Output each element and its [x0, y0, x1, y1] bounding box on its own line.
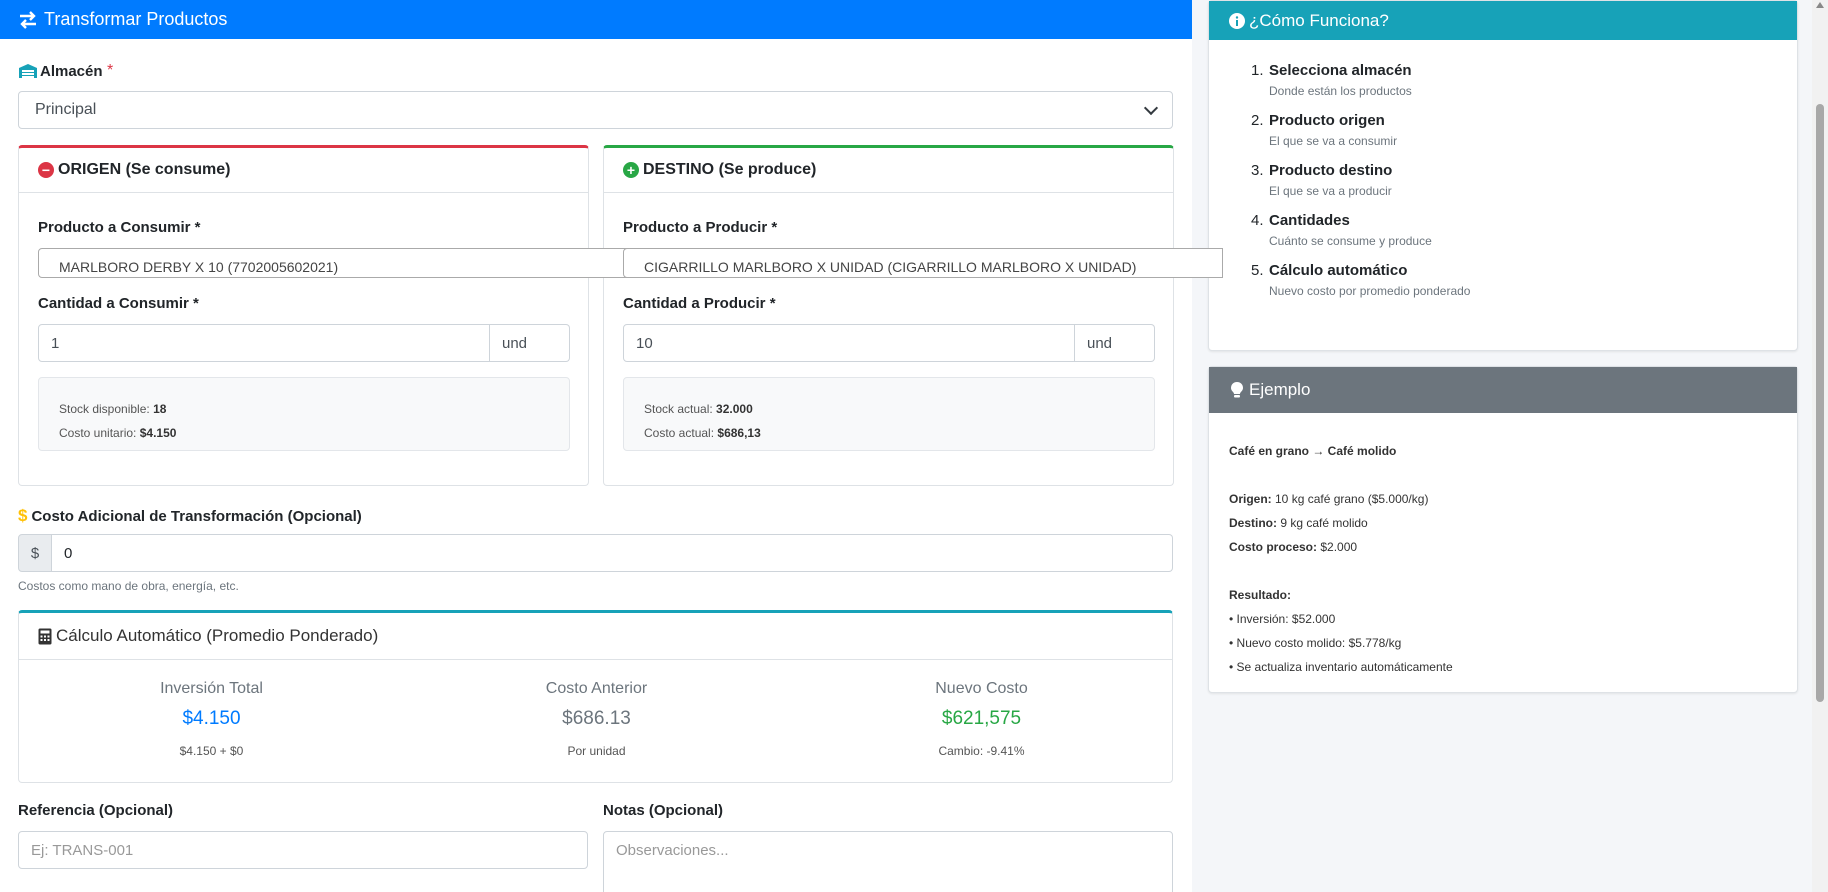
card-header: Transformar Productos [0, 0, 1192, 39]
destino-panel: + DESTINO (Se produce) Producto a Produc… [603, 145, 1223, 486]
calculo-header: Cálculo Automático (Promedio Ponderado) [19, 613, 1172, 660]
origen-product-label: Producto a Consumir * [38, 219, 201, 236]
origen-panel: − ORIGEN (Se consume) Producto a Consumi… [18, 145, 818, 486]
como-funciona-card: ¿Cómo Funciona? 1. Selecciona almacén Do… [1208, 0, 1798, 351]
step-item: 2. Producto origen El que se va a consum… [1251, 112, 1398, 148]
dollar-icon: $ [18, 506, 28, 525]
calculator-icon [38, 628, 52, 644]
destino-product-select[interactable]: CIGARRILLO MARLBORO X UNIDAD (CIGARRILLO… [623, 248, 1223, 278]
calculo-card: Cálculo Automático (Promedio Ponderado) … [18, 610, 1173, 783]
costo-adicional-input[interactable]: 0 [52, 534, 1173, 572]
destino-qty-label: Cantidad a Producir * [623, 295, 776, 312]
referencia-label: Referencia (Opcional) [18, 802, 174, 819]
referencia-input[interactable]: Ej: TRANS-001 [18, 831, 588, 869]
lightbulb-icon [1231, 382, 1243, 398]
notas-textarea[interactable]: Observaciones... [603, 831, 1173, 892]
step-item: 3. Producto destino El que se va a produ… [1251, 162, 1393, 198]
page-title: Transformar Productos [44, 9, 228, 29]
step-item: 4. Cantidades Cuánto se consume y produc… [1251, 212, 1432, 248]
exchange-icon [20, 10, 36, 29]
origen-info: Stock disponible: 18 Costo unitario: $4.… [38, 377, 570, 451]
destino-product-label: Producto a Producir * [623, 219, 778, 236]
info-circle-icon [1229, 12, 1245, 29]
ejemplo-card: Ejemplo Café en grano → Café molido Orig… [1208, 366, 1798, 693]
plus-circle-icon: + [623, 162, 639, 178]
step-item: 1. Selecciona almacén Donde están los pr… [1251, 62, 1412, 98]
origen-header: − ORIGEN (Se consume) [19, 148, 588, 193]
destino-qty-input[interactable]: 10 [623, 324, 1075, 362]
origen-qty-label: Cantidad a Consumir * [38, 295, 199, 312]
currency-prefix: $ [18, 534, 52, 572]
minus-circle-icon: − [38, 162, 54, 178]
como-funciona-header: ¿Cómo Funciona? [1209, 1, 1797, 40]
destino-info: Stock actual: 32.000 Costo actual: $686,… [623, 377, 1155, 451]
chevron-down-icon [1143, 100, 1159, 116]
nuevo-costo: Nuevo Costo $621,575 Cambio: -9.41% [935, 680, 1028, 758]
origen-unit: und [490, 324, 570, 362]
destino-header: + DESTINO (Se produce) [604, 148, 1173, 193]
origen-qty-input[interactable]: 1 [38, 324, 490, 362]
destino-unit: und [1075, 324, 1155, 362]
almacen-label: Almacén * [18, 62, 113, 80]
step-item: 5. Cálculo automático Nuevo costo por pr… [1251, 262, 1471, 298]
notas-label: Notas (Opcional) [603, 802, 724, 819]
ejemplo-header: Ejemplo [1209, 367, 1797, 413]
warehouse-icon [19, 64, 37, 78]
costo-help-text: Costos como mano de obra, energía, etc. [18, 579, 239, 593]
costo-adicional-label: $ Costo Adicional de Transformación (Opc… [18, 506, 362, 525]
scrollbar-thumb[interactable] [1816, 104, 1824, 702]
scroll-up-icon[interactable] [1816, 2, 1824, 8]
inversion-total: Inversión Total $4.150 $4.150 + $0 [160, 680, 263, 758]
almacen-select[interactable]: Principal [18, 91, 1173, 129]
costo-anterior: Costo Anterior $686.13 Por unidad [545, 680, 648, 758]
